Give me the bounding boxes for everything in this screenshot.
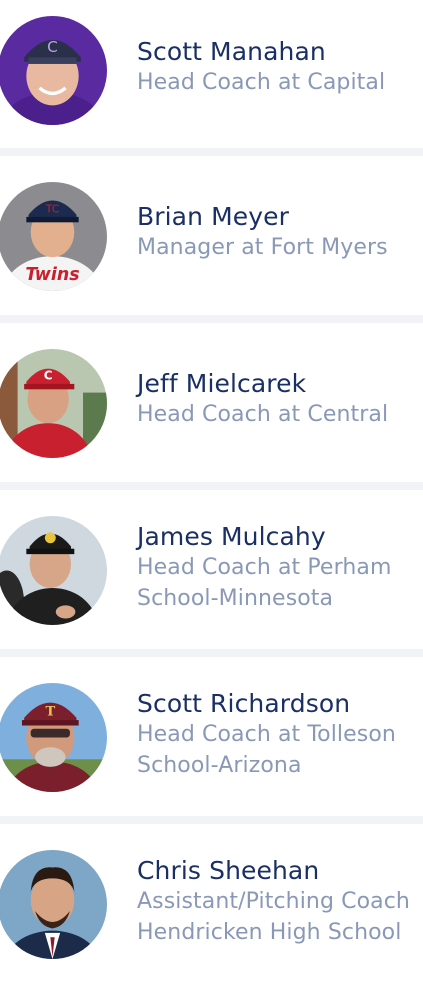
avatar[interactable]: Twins TC bbox=[0, 182, 107, 291]
coach-name: James Mulcahy bbox=[137, 522, 326, 551]
svg-text:C: C bbox=[47, 38, 58, 56]
coach-role-line: Head Coach at Capital bbox=[137, 70, 386, 95]
person-photo-icon bbox=[0, 850, 107, 959]
person-photo-icon: C bbox=[0, 349, 107, 458]
coach-name: Scott Manahan bbox=[137, 37, 326, 66]
list-item[interactable]: Chris Sheehan Assistant/Pitching Coach H… bbox=[0, 824, 423, 986]
coach-name: Jeff Mielcarek bbox=[137, 369, 307, 398]
avatar[interactable] bbox=[0, 850, 107, 959]
list-item[interactable]: C Scott Manahan Head Coach at Capital bbox=[0, 0, 423, 148]
person-photo-icon: T bbox=[0, 683, 107, 792]
person-photo-icon: Twins TC bbox=[0, 182, 107, 291]
coach-name: Scott Richardson bbox=[137, 689, 351, 718]
svg-text:TC: TC bbox=[45, 203, 60, 216]
coach-name: Chris Sheehan bbox=[137, 856, 320, 885]
coach-role-line: Head Coach at Central bbox=[137, 402, 389, 427]
avatar[interactable]: T bbox=[0, 683, 107, 792]
svg-text:C: C bbox=[44, 369, 53, 383]
avatar[interactable] bbox=[0, 516, 107, 625]
person-photo-icon: C bbox=[0, 16, 107, 125]
avatar[interactable]: C bbox=[0, 16, 107, 125]
coach-list: C Scott Manahan Head Coach at Capital Tw… bbox=[0, 0, 423, 986]
coach-role-line: Head Coach at Tolleson bbox=[137, 722, 396, 747]
list-item[interactable]: Twins TC Brian Meyer Manager at Fort Mye… bbox=[0, 156, 423, 315]
list-item[interactable]: C Jeff Mielcarek Head Coach at Central bbox=[0, 323, 423, 482]
coach-role-line: School-Minnesota bbox=[137, 586, 334, 611]
svg-text:T: T bbox=[45, 705, 55, 720]
coach-role-line: Manager at Fort Myers bbox=[137, 235, 388, 260]
avatar[interactable]: C bbox=[0, 349, 107, 458]
coach-name: Brian Meyer bbox=[137, 202, 289, 231]
list-item[interactable]: James Mulcahy Head Coach at Perham Schoo… bbox=[0, 490, 423, 649]
person-photo-icon bbox=[0, 516, 107, 625]
list-item[interactable]: T Scott Richardson Head Coach at Tolleso… bbox=[0, 657, 423, 816]
coach-role-line: Head Coach at Perham bbox=[137, 555, 392, 580]
coach-role-line: Hendricken High School bbox=[137, 920, 402, 945]
coach-role-line: School-Arizona bbox=[137, 753, 302, 778]
coach-role-line: Assistant/Pitching Coach bbox=[137, 889, 410, 914]
svg-text:Twins: Twins bbox=[25, 265, 79, 285]
